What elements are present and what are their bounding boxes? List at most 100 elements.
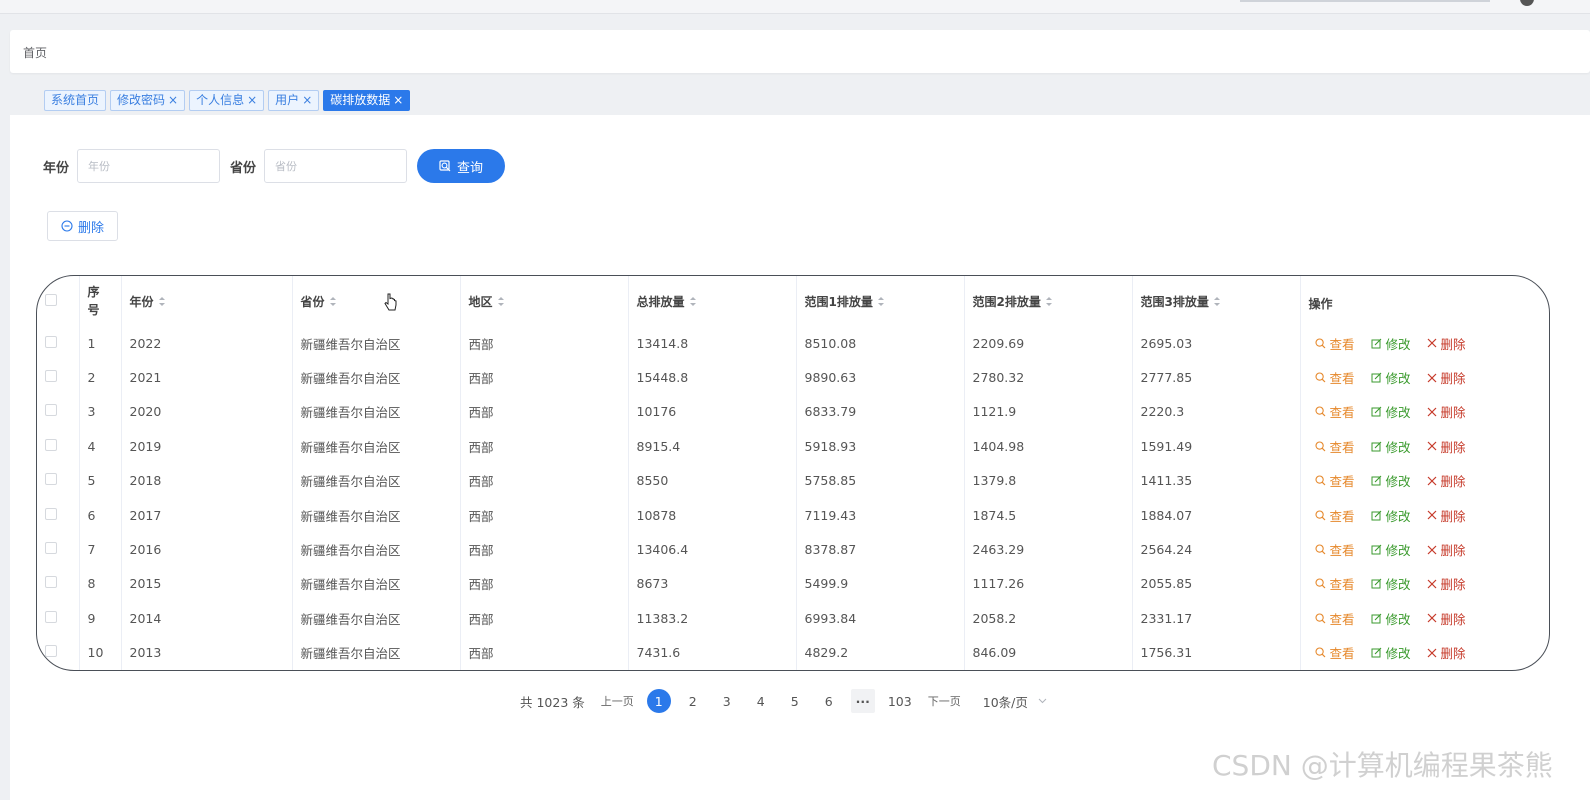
delete-button[interactable]: 删除 <box>1427 643 1466 662</box>
view-button[interactable]: 查看 <box>1314 609 1355 628</box>
row-checkbox[interactable] <box>45 576 57 589</box>
view-button[interactable]: 查看 <box>1314 471 1355 490</box>
row-actions-cell: 查看 修改 删除 <box>1300 532 1549 566</box>
tab-tag[interactable]: 系统首页 <box>44 90 107 111</box>
table-cell: 2016 <box>121 532 293 567</box>
view-button[interactable]: 查看 <box>1314 643 1355 662</box>
edit-button[interactable]: 修改 <box>1371 609 1411 628</box>
close-icon <box>1427 476 1437 486</box>
row-checkbox[interactable] <box>45 542 57 555</box>
select-all-checkbox[interactable] <box>45 293 57 306</box>
row-checkbox[interactable] <box>45 507 57 520</box>
page-button[interactable]: 3 <box>715 689 739 713</box>
table-cell: 1591.49 <box>1132 429 1301 464</box>
page-more-button[interactable]: ··· <box>850 689 875 713</box>
sort-icon[interactable] <box>1045 296 1053 308</box>
edit-button[interactable]: 修改 <box>1371 402 1411 421</box>
table-cell: 5499.9 <box>796 566 965 602</box>
sort-icon[interactable] <box>689 296 697 308</box>
breadcrumb-home[interactable]: 首页 <box>23 44 47 61</box>
avatar[interactable] <box>1520 0 1534 6</box>
table-row: 9 2014 新疆维吾尔自治区 西部 11383.2 6993.84 2058.2 2331.… <box>37 601 1549 636</box>
page-button[interactable]: 4 <box>749 689 773 713</box>
page-button[interactable]: 5 <box>783 689 807 713</box>
sort-icon[interactable] <box>158 296 166 308</box>
page-size-value: 10条/页 <box>982 694 1028 710</box>
delete-button[interactable]: 删除 <box>1427 540 1466 559</box>
tab-tag[interactable]: 个人信息 × <box>189 90 265 111</box>
row-checkbox[interactable] <box>45 645 57 658</box>
query-button[interactable]: 查询 <box>417 149 506 183</box>
delete-button-label: 删除 <box>1440 646 1466 662</box>
view-button[interactable]: 查看 <box>1314 437 1355 456</box>
column-header[interactable]: 地区 <box>460 276 629 326</box>
header-search-edge[interactable] <box>1240 0 1490 2</box>
view-button[interactable]: 查看 <box>1314 368 1355 387</box>
batch-delete-button[interactable]: 删除 <box>47 211 118 241</box>
edit-button[interactable]: 修改 <box>1371 540 1411 559</box>
delete-button[interactable]: 删除 <box>1427 574 1466 593</box>
delete-button[interactable]: 删除 <box>1427 506 1466 525</box>
year-input[interactable] <box>77 149 221 183</box>
batch-delete-label: 删除 <box>77 220 104 236</box>
search-icon <box>1314 475 1326 486</box>
sort-icon[interactable] <box>329 296 337 308</box>
delete-button[interactable]: 删除 <box>1427 368 1466 387</box>
close-icon[interactable]: × <box>302 91 312 110</box>
view-button[interactable]: 查看 <box>1314 506 1355 525</box>
table-cell: 新疆维吾尔自治区 <box>292 429 461 464</box>
column-header[interactable]: 总排放量 <box>628 276 797 326</box>
search-icon <box>1314 510 1326 521</box>
page-size-select[interactable]: 10条/页 <box>983 692 1047 711</box>
page-button[interactable]: 1 <box>646 689 671 713</box>
edit-button[interactable]: 修改 <box>1371 506 1411 525</box>
column-header[interactable]: 年份 <box>121 276 293 326</box>
edit-button-label: 修改 <box>1385 611 1411 627</box>
select-all-cell <box>37 276 80 326</box>
table-cell: 5758.85 <box>796 463 965 498</box>
tab-tag[interactable]: 碳排放数据 × <box>323 90 411 111</box>
sort-icon[interactable] <box>497 296 505 308</box>
row-select-cell <box>37 360 80 395</box>
edit-button[interactable]: 修改 <box>1371 471 1411 490</box>
delete-button[interactable]: 删除 <box>1427 471 1466 490</box>
table-cell: 西部 <box>460 532 629 567</box>
close-icon[interactable]: × <box>168 91 178 110</box>
edit-button[interactable]: 修改 <box>1371 334 1411 353</box>
page-button[interactable]: 2 <box>681 689 705 713</box>
edit-button[interactable]: 修改 <box>1371 643 1411 662</box>
province-input[interactable] <box>264 149 408 183</box>
prev-page-button[interactable]: 上一页 <box>601 693 634 709</box>
column-header[interactable]: 范围3排放量 <box>1132 276 1301 326</box>
row-checkbox[interactable] <box>45 370 57 383</box>
edit-button[interactable]: 修改 <box>1371 437 1411 456</box>
page-button[interactable]: 103 <box>885 689 915 713</box>
column-header[interactable]: 省份 <box>292 276 461 326</box>
close-icon[interactable]: × <box>247 91 257 110</box>
next-page-button[interactable]: 下一页 <box>928 693 961 709</box>
edit-button[interactable]: 修改 <box>1371 574 1411 593</box>
table-row: 10 2013 新疆维吾尔自治区 西部 7431.6 4829.2 846.09 1756.3… <box>37 635 1549 670</box>
close-icon[interactable]: × <box>393 91 403 110</box>
column-header[interactable]: 范围2排放量 <box>964 276 1133 326</box>
column-header[interactable]: 范围1排放量 <box>796 276 965 326</box>
row-checkbox[interactable] <box>45 473 57 486</box>
edit-button[interactable]: 修改 <box>1371 368 1411 387</box>
row-checkbox[interactable] <box>45 404 57 417</box>
row-checkbox[interactable] <box>45 438 57 451</box>
page-button[interactable]: 6 <box>817 689 841 713</box>
row-checkbox[interactable] <box>45 610 57 623</box>
tab-tag[interactable]: 用户 × <box>268 90 320 111</box>
delete-button[interactable]: 删除 <box>1427 609 1466 628</box>
sort-icon[interactable] <box>1213 296 1221 308</box>
row-checkbox[interactable] <box>45 335 57 348</box>
tab-tag[interactable]: 修改密码 × <box>110 90 186 111</box>
view-button[interactable]: 查看 <box>1314 334 1355 353</box>
view-button[interactable]: 查看 <box>1314 540 1355 559</box>
view-button[interactable]: 查看 <box>1314 402 1355 421</box>
delete-button[interactable]: 删除 <box>1427 334 1466 353</box>
view-button[interactable]: 查看 <box>1314 574 1355 593</box>
sort-icon[interactable] <box>877 296 885 308</box>
delete-button[interactable]: 删除 <box>1427 402 1466 421</box>
delete-button[interactable]: 删除 <box>1427 437 1466 456</box>
